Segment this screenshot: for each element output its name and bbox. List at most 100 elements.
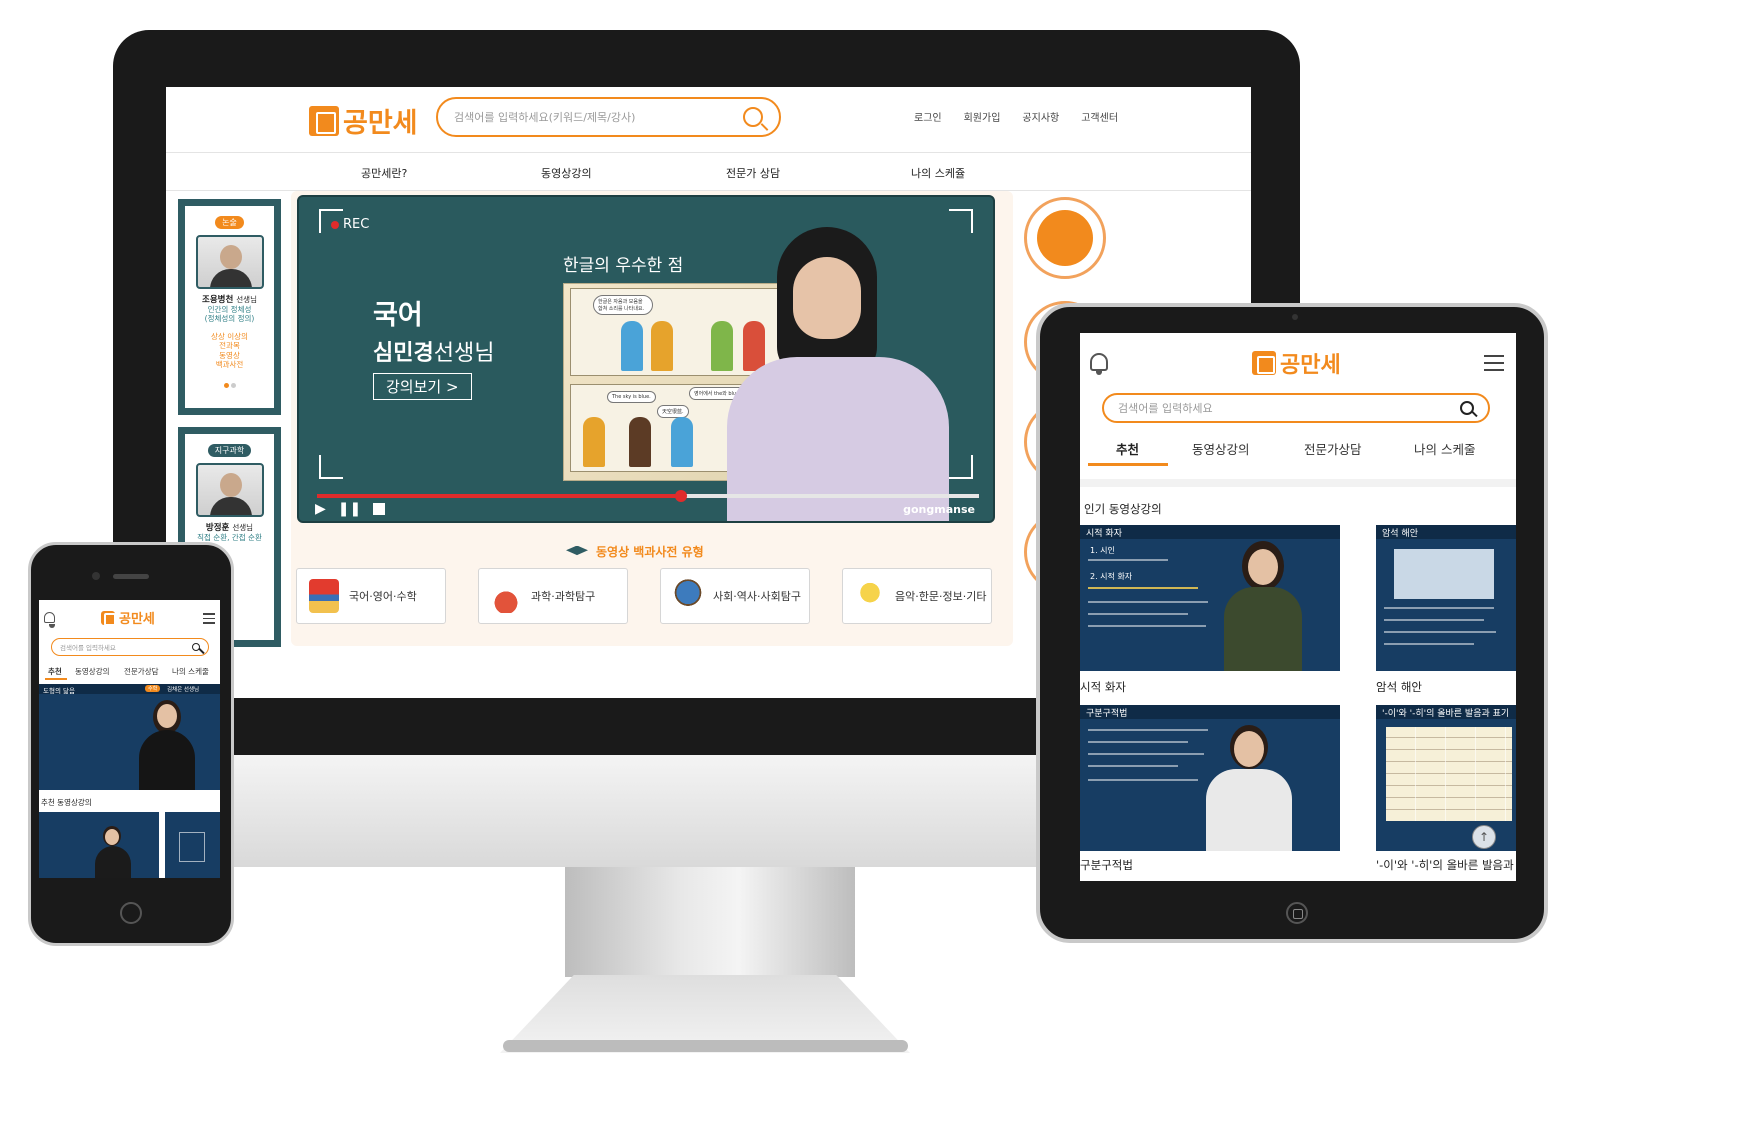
- nav-about[interactable]: 공만세란?: [361, 165, 407, 181]
- box-logo-icon: [309, 105, 339, 136]
- tablet-home-button[interactable]: [1286, 902, 1308, 924]
- video-title[interactable]: 구분구적법: [1080, 857, 1133, 873]
- graduation-cap-icon: [566, 545, 588, 556]
- video-thumbnail[interactable]: 암석 해안: [1376, 525, 1516, 671]
- tab-recommended[interactable]: 추천: [1116, 439, 1139, 458]
- monitor-stand-edge: [503, 1040, 908, 1052]
- desktop-nav: 공만세란? 동영상강의 전문가 상담 나의 스케쥴: [166, 153, 1251, 191]
- search-icon[interactable]: [743, 107, 763, 127]
- subject-tag: 수학: [145, 685, 161, 692]
- logo-text: 공만세: [343, 108, 418, 139]
- phone-search-input[interactable]: 검색어를 입력하세요: [51, 638, 209, 656]
- pause-icon[interactable]: ❚❚: [338, 501, 361, 517]
- monitor-stand: [565, 867, 855, 977]
- video-watermark: gongmanse: [903, 503, 975, 516]
- notice-link[interactable]: 공지사항: [1022, 109, 1059, 124]
- tab-video-lectures[interactable]: 동영상강의: [1192, 439, 1250, 458]
- video-subject: 국어: [373, 300, 423, 331]
- desktop-logo[interactable]: 공만세: [309, 101, 418, 140]
- category-social-history[interactable]: 사회·역사·사회탐구: [660, 568, 810, 624]
- category-music-etc[interactable]: 음악·한문·정보·기타: [842, 568, 992, 624]
- phone-speaker: [113, 574, 149, 579]
- frame-corner-icon: [949, 209, 973, 233]
- video-progress-bar[interactable]: [317, 490, 979, 502]
- logo-text: 공만세: [119, 612, 155, 627]
- hero-title: 도형의 닮음: [43, 687, 75, 695]
- search-icon[interactable]: [1460, 401, 1474, 415]
- video-thumbnail[interactable]: [165, 812, 220, 878]
- category-korean-english-math[interactable]: 국어·영어·수학: [296, 568, 446, 624]
- signup-link[interactable]: 회원가입: [964, 109, 1001, 124]
- tab-video-lectures[interactable]: 동영상강의: [75, 666, 110, 677]
- video-title[interactable]: '-이'와 '-히'의 올바른 발음과: [1376, 857, 1514, 873]
- section-title: 인기 동영상강의: [1084, 502, 1162, 516]
- hero-teacher: 김채은 선생님: [167, 687, 200, 693]
- tablet-screen: 공만세 검색어를 입력하세요 추천 동영상강의 전문가상담 나의 스케줄 인기 …: [1080, 333, 1516, 881]
- nav-my-schedule[interactable]: 나의 스케쥴: [911, 165, 965, 181]
- phone-logo[interactable]: 공만세: [101, 608, 155, 627]
- tab-my-schedule[interactable]: 나의 스케줄: [1414, 439, 1475, 458]
- search-icon[interactable]: [192, 643, 200, 651]
- menu-icon[interactable]: [1484, 355, 1504, 376]
- login-link[interactable]: 로그인: [914, 109, 942, 124]
- play-icon[interactable]: ▶: [315, 501, 326, 517]
- video-title[interactable]: 암석 해안: [1376, 679, 1422, 695]
- video-thumbnail[interactable]: '-이'와 '-히'의 올바른 발음과 표기 ↑: [1376, 705, 1516, 851]
- category-science[interactable]: 과학·과학탐구: [478, 568, 628, 624]
- subject-badge: 논술: [215, 216, 244, 229]
- stop-icon[interactable]: [373, 503, 386, 515]
- carousel-dots[interactable]: [185, 373, 274, 392]
- globe-icon: [673, 579, 703, 613]
- nav-video-lectures[interactable]: 동영상강의: [541, 165, 592, 181]
- video-thumbnail[interactable]: 구분구적법: [1080, 705, 1340, 851]
- flask-icon: [491, 579, 521, 613]
- side-promo-button[interactable]: [1024, 197, 1106, 279]
- section-title: 추천 동영상강의: [41, 798, 92, 807]
- support-link[interactable]: 고객센터: [1081, 109, 1118, 124]
- video-thumbnail[interactable]: [39, 812, 159, 878]
- active-tab-indicator: [45, 678, 67, 680]
- scroll-top-icon[interactable]: ↑: [1472, 825, 1496, 849]
- teacher-name: 방정훈 선생님: [205, 523, 254, 533]
- progress-knob[interactable]: [675, 490, 688, 502]
- logo-text: 공만세: [1280, 353, 1341, 378]
- subject-badge: 지구과학: [207, 444, 252, 457]
- books-apple-icon: [309, 579, 339, 613]
- bell-icon[interactable]: [44, 612, 55, 628]
- box-logo-icon: [1252, 351, 1276, 375]
- tab-consulting[interactable]: 전문가상담: [124, 666, 159, 677]
- phone-home-button[interactable]: [120, 902, 142, 924]
- tab-consulting[interactable]: 전문가상담: [1304, 439, 1362, 458]
- teacher-name: 조용병천 선생님: [202, 295, 257, 305]
- tablet-search-input[interactable]: 검색어를 입력하세요: [1102, 393, 1490, 423]
- encyclopedia-section-title: 동영상 백과사전 유형: [566, 543, 704, 560]
- phone-camera: [92, 572, 100, 580]
- watch-lecture-button[interactable]: 강의보기 >: [373, 373, 472, 400]
- video-controls: ▶ ❚❚: [315, 501, 386, 517]
- tab-my-schedule[interactable]: 나의 스케줄: [172, 666, 209, 677]
- teacher-avatar: [195, 463, 264, 517]
- device-mockup: 공만세 검색어를 입력하세요(키워드/제목/강사) 로그인 회원가입 공지사항 …: [0, 0, 1750, 1134]
- teacher-link[interactable]: 상상 이상의 전과목 동영상 백과사전: [185, 332, 274, 370]
- hero-video-thumbnail[interactable]: 도형의 닮음 수학 김채은 선생님: [39, 684, 220, 790]
- search-placeholder: 검색어를 입력하세요(키워드/제목/강사): [454, 111, 636, 124]
- tablet-logo[interactable]: 공만세: [1252, 347, 1341, 379]
- box-logo-icon: [101, 610, 116, 626]
- tab-recommended[interactable]: 추천: [48, 666, 62, 677]
- divider: [1080, 479, 1516, 487]
- search-placeholder: 검색어를 입력하세요: [1118, 402, 1213, 415]
- teacher-desc: (정체성의 정의): [204, 314, 255, 324]
- menu-icon[interactable]: [203, 613, 215, 629]
- bell-icon[interactable]: [1090, 353, 1108, 375]
- video-thumbnail[interactable]: 시적 화자 1. 시인 2. 시적 화자: [1080, 525, 1340, 671]
- video-teacher: 심민경선생님: [373, 341, 495, 366]
- desktop-search-input[interactable]: 검색어를 입력하세요(키워드/제목/강사): [436, 97, 781, 137]
- nav-consulting[interactable]: 전문가 상담: [726, 165, 780, 181]
- video-title[interactable]: 시적 화자: [1080, 679, 1126, 695]
- teacher-desc: 인간의 정체성: [207, 305, 252, 314]
- desktop-header: 공만세 검색어를 입력하세요(키워드/제목/강사) 로그인 회원가입 공지사항 …: [166, 87, 1251, 153]
- video-player[interactable]: REC 국어 심민경선생님 강의보기 > 한글의 우수한 점 한글은 자음과 모…: [297, 195, 995, 523]
- teacher-card[interactable]: 논술 조용병천 선생님 인간의 정체성 (정체성의 정의) 상상 이상의 전과목…: [178, 199, 281, 415]
- phone-screen: 공만세 검색어를 입력하세요 추천 동영상강의 전문가상담 나의 스케줄 도형의…: [39, 600, 220, 878]
- active-tab-indicator: [1088, 463, 1168, 466]
